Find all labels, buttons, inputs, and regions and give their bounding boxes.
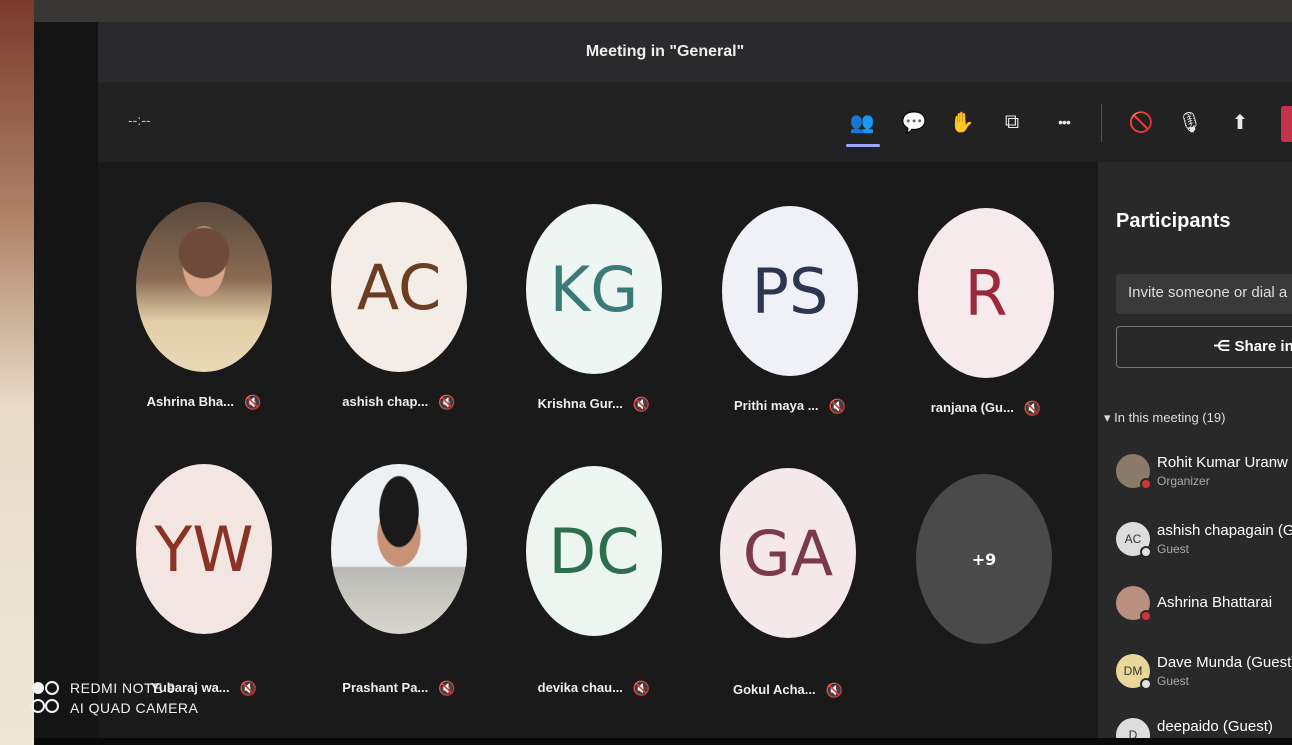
participant-tile[interactable]: KG Krishna Gur... 🔇 — [524, 204, 664, 413]
avatar-initials: KG — [526, 204, 662, 374]
camera-off-icon[interactable]: 🚫 — [1123, 106, 1159, 138]
participant-list-name: deepaido (Guest) — [1157, 718, 1273, 735]
avatar-initials: R — [918, 208, 1054, 378]
mic-muted-icon: 🔇 — [438, 394, 456, 410]
panel-title: Participants — [1116, 210, 1231, 232]
in-meeting-section-header[interactable]: ▾ In this meeting (19) — [1104, 410, 1225, 426]
participant-name: Prashant Pa... — [342, 680, 429, 695]
share-invite-label: Share inv — [1234, 338, 1292, 355]
avatar-initials: YW — [136, 464, 272, 634]
overflow-count: +9 — [916, 474, 1052, 644]
raise-hand-icon[interactable]: ✋ — [944, 106, 980, 138]
avatar-photo — [136, 202, 272, 372]
participant-tile[interactable]: AC ashish chap... 🔇 — [329, 202, 469, 411]
title-bar: Meeting in "General" — [98, 22, 1292, 82]
participant-name: Gokul Acha... — [732, 682, 816, 697]
monitor-bezel-top — [34, 0, 1292, 22]
chat-icon[interactable]: 💬 — [896, 106, 932, 138]
mic-muted-icon: 🔇 — [632, 680, 651, 696]
participant-name: Prithi maya ... — [734, 398, 819, 413]
watermark-line1: REDMI NOTE 9 — [70, 680, 176, 696]
avatar-initials: PS — [722, 206, 858, 376]
rooms-icon[interactable]: ⧉ — [994, 106, 1030, 138]
participant-tile[interactable]: PS Prithi maya ... 🔇 — [720, 206, 860, 415]
mic-muted-icon: 🔇 — [239, 680, 258, 696]
participant-list-item[interactable]: D deepaido (Guest) Guest — [1116, 714, 1292, 738]
mic-muted-icon: 🔇 — [825, 682, 844, 698]
avatar-initials: GA — [720, 468, 856, 638]
participant-list-name: ashish chapagain (Gu — [1157, 522, 1292, 539]
people-icon[interactable]: 👥 — [844, 106, 880, 138]
participant-name: ashish chap... — [342, 394, 429, 409]
participant-list-item[interactable]: DM Dave Munda (Guest) Guest — [1116, 650, 1292, 694]
participant-list-name: Rohit Kumar Uranw — [1157, 454, 1288, 471]
participant-list-name: Ashrina Bhattarai — [1157, 594, 1273, 611]
participant-name: Krishna Gur... — [537, 396, 623, 411]
participant-list-item[interactable]: AC ashish chapagain (Gu Guest — [1116, 518, 1292, 562]
avatar-initials: AC — [331, 202, 467, 372]
participant-list-item[interactable]: Ashrina Bhattarai — [1116, 582, 1292, 626]
presence-busy-icon — [1140, 478, 1152, 490]
participant-name: Ashrina Bha... — [146, 394, 234, 409]
more-icon[interactable]: ••• — [1046, 106, 1082, 138]
participant-tile[interactable]: R ranjana (Gu... 🔇 — [916, 208, 1056, 417]
mic-icon[interactable]: 🎙 — [1172, 106, 1208, 138]
avatar: D — [1116, 718, 1150, 738]
presence-away-icon — [1140, 546, 1152, 558]
avatar-initials: DC — [526, 466, 662, 636]
monitor-bezel-bottom — [34, 738, 1292, 745]
people-tab-indicator — [846, 144, 880, 147]
teams-meeting-window: Meeting in "General" --:-- 👥 💬 ✋ ⧉ ••• 🚫… — [98, 22, 1292, 738]
invite-input[interactable]: Invite someone or dial a n — [1116, 274, 1292, 314]
participant-tile[interactable]: YW Yubaraj wa... 🔇 — [134, 464, 274, 697]
leave-button[interactable] — [1281, 106, 1292, 142]
mic-muted-icon: 🔇 — [1023, 400, 1042, 416]
participant-tile[interactable]: Prashant Pa... 🔇 — [329, 464, 469, 697]
participant-name: ranjana (Gu... — [930, 400, 1014, 415]
mic-muted-icon: 🔇 — [243, 394, 262, 410]
overflow-participants-tile[interactable]: +9 — [914, 474, 1054, 644]
share-invite-button[interactable]: ⋲ Share inv — [1116, 326, 1292, 368]
quad-camera-icon — [31, 681, 59, 713]
presence-away-icon — [1140, 678, 1152, 690]
participant-gallery: Ashrina Bha... 🔇 AC ashish chap... 🔇 KG Kr… — [98, 162, 1098, 738]
meeting-timer: --:-- — [128, 112, 151, 128]
presence-busy-icon — [1140, 610, 1152, 622]
avatar-photo — [331, 464, 467, 634]
participant-tile[interactable]: GA Gokul Acha... 🔇 — [718, 468, 858, 699]
watermark-line2: AI QUAD CAMERA — [70, 700, 199, 716]
share-tray-icon[interactable]: ⬆ — [1222, 106, 1258, 138]
participant-tile[interactable]: Ashrina Bha... 🔇 — [134, 202, 274, 411]
meeting-toolbar: --:-- 👥 💬 ✋ ⧉ ••• 🚫 🎙 ⬆ — [98, 82, 1292, 162]
participant-list-role: Guest — [1157, 542, 1190, 556]
participant-list-role: Guest — [1157, 674, 1190, 688]
participant-tile[interactable]: DC devika chau... 🔇 — [524, 466, 664, 697]
toolbar-divider — [1101, 104, 1102, 142]
participants-panel: Participants Invite someone or dial a n … — [1098, 162, 1292, 738]
participant-list-name: Dave Munda (Guest) — [1157, 654, 1292, 671]
participant-list-item[interactable]: Rohit Kumar Uranw Organizer — [1116, 450, 1292, 494]
participant-list-role: Organizer — [1157, 474, 1210, 488]
participant-name: devika chau... — [537, 680, 623, 695]
mic-muted-icon: 🔇 — [828, 398, 846, 414]
mic-muted-icon: 🔇 — [438, 680, 456, 696]
window-title: Meeting in "General" — [585, 43, 745, 60]
share-icon: ⋲ — [1213, 338, 1231, 355]
mic-muted-icon: 🔇 — [632, 396, 651, 412]
